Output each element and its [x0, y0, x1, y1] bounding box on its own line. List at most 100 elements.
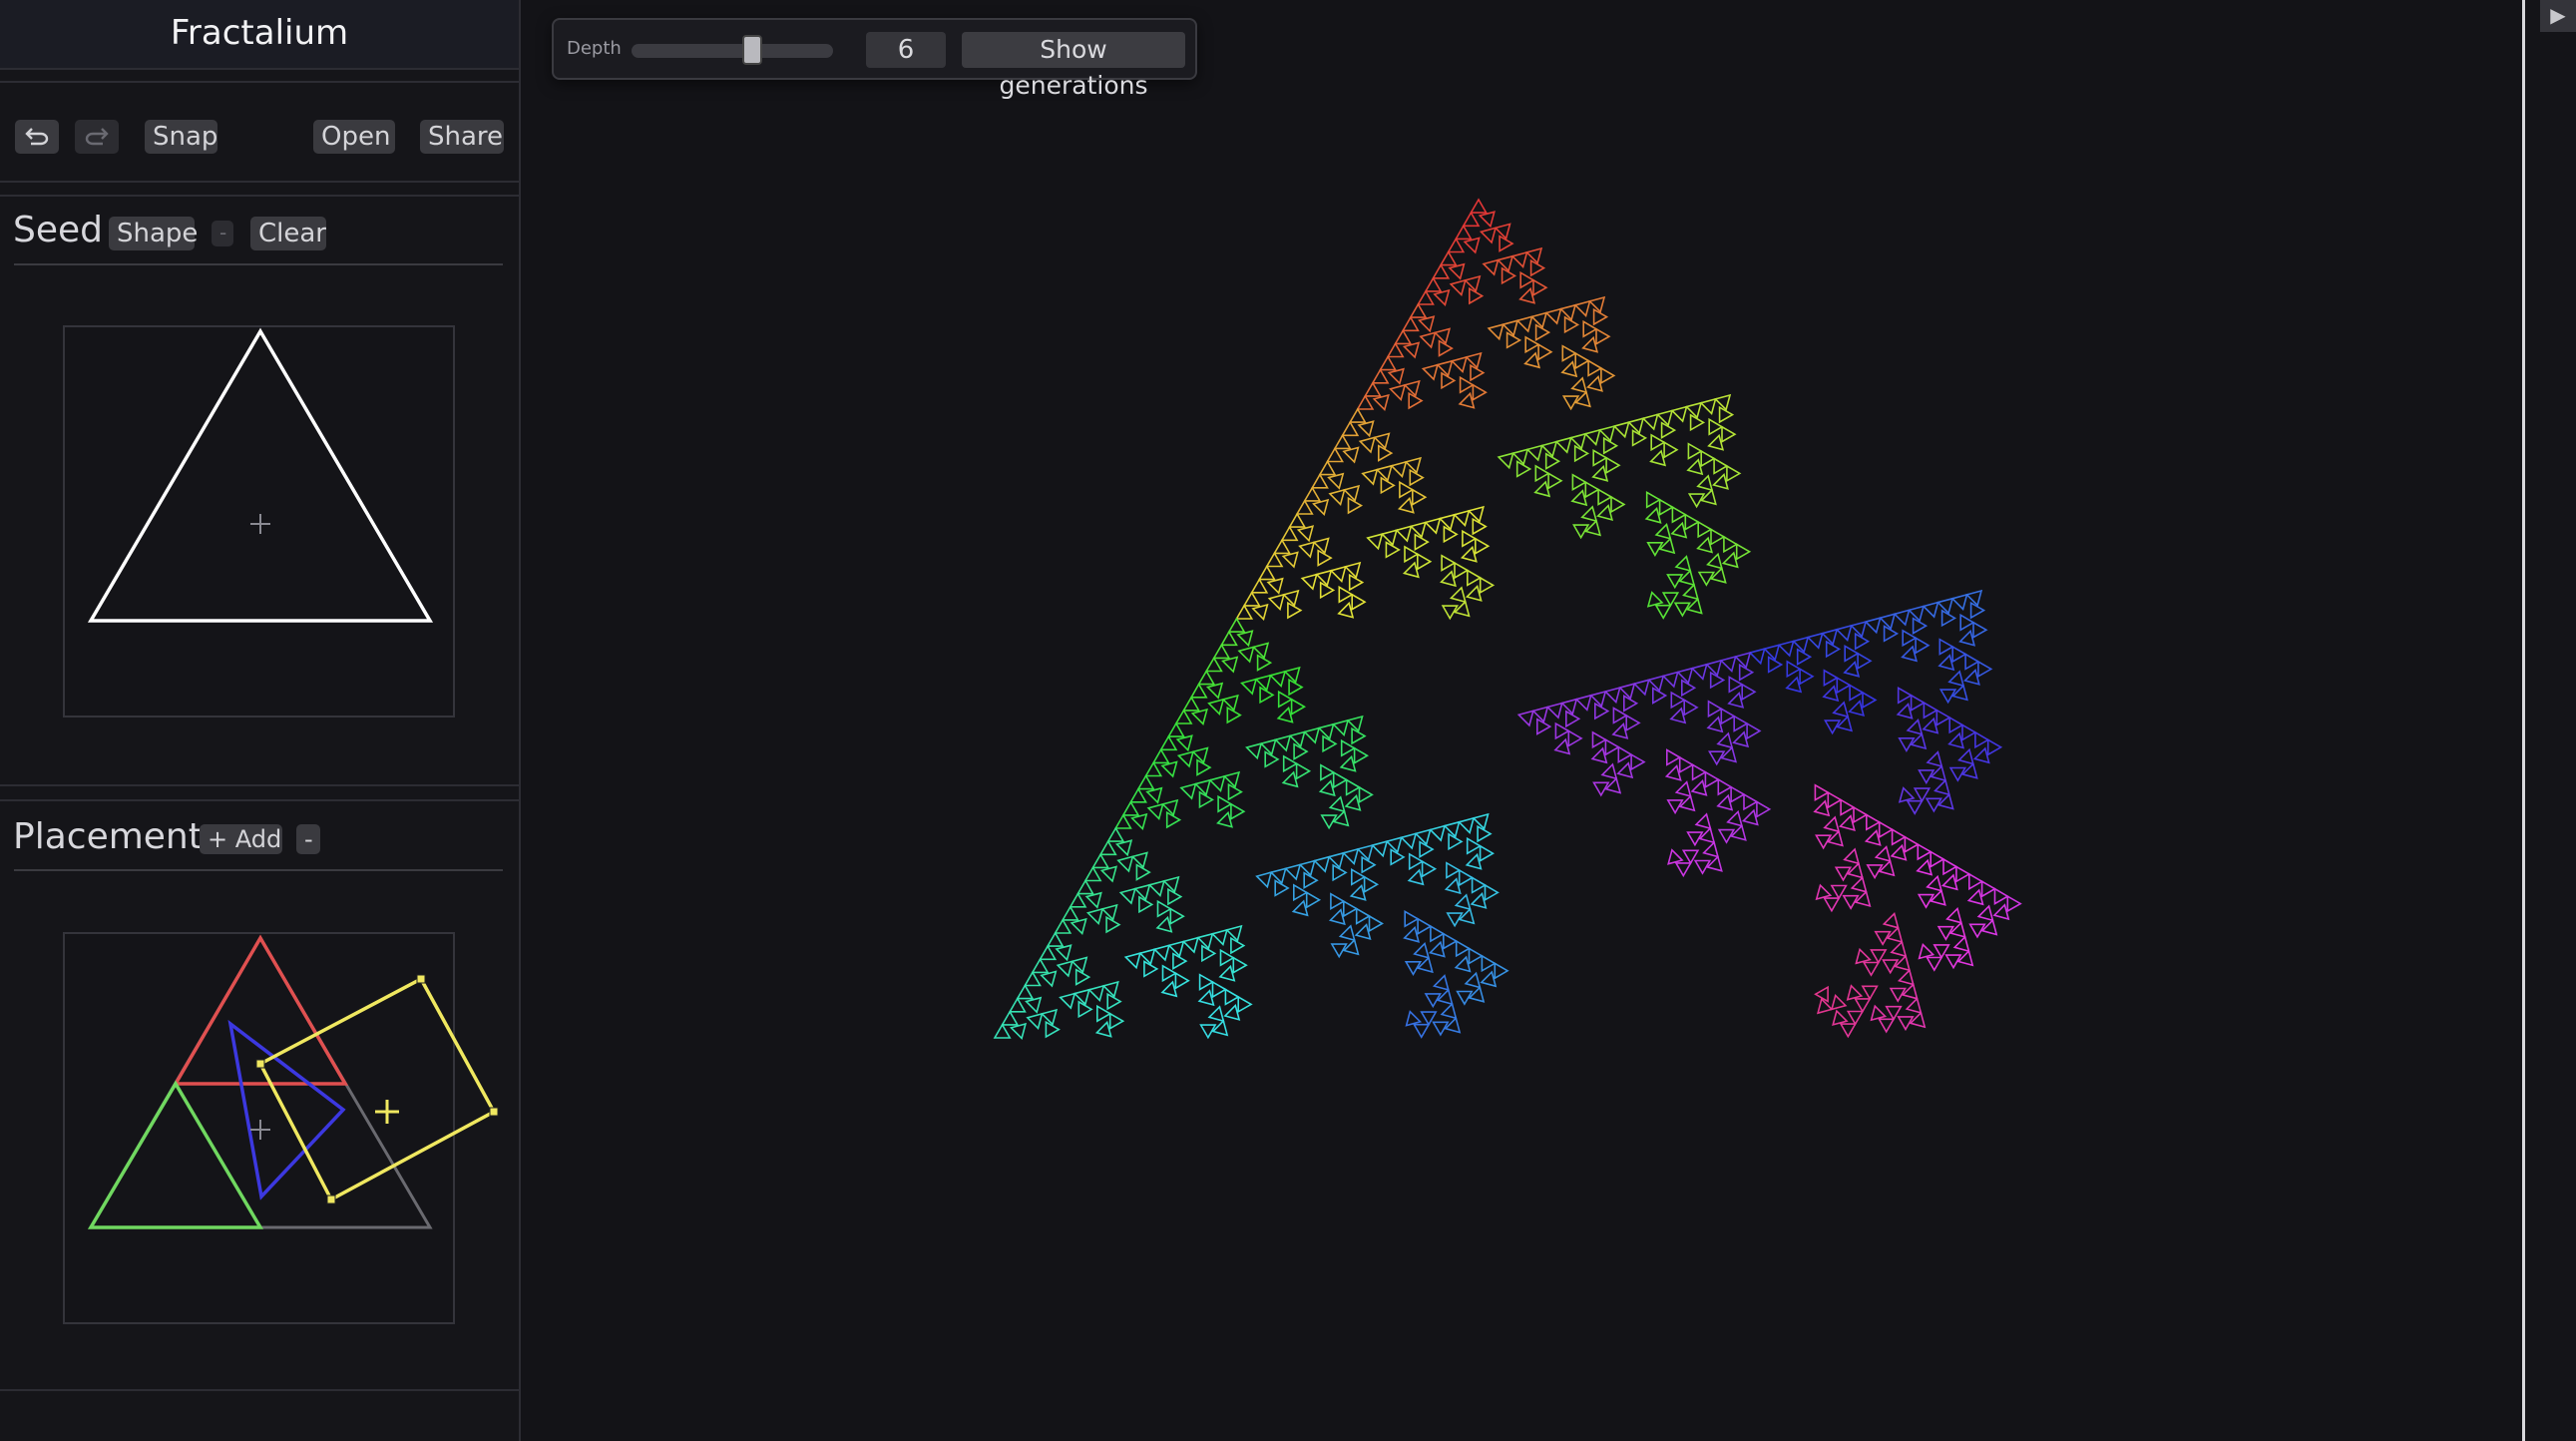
- fractal-triangle: [1661, 671, 1679, 689]
- fractal-triangle: [1091, 852, 1110, 869]
- undo-button[interactable]: [15, 120, 59, 154]
- fractal-triangle: [1721, 425, 1737, 443]
- fractal-triangle: [1560, 698, 1578, 716]
- fractal-triangle: [1676, 667, 1694, 685]
- fractal-triangle: [1658, 498, 1674, 517]
- fractal-triangle: [1584, 519, 1602, 537]
- fractal-triangle: [1854, 890, 1872, 908]
- fractal-triangle: [1212, 643, 1231, 660]
- fractal-triangle: [1130, 851, 1148, 869]
- placement-add-button[interactable]: + Add: [200, 824, 282, 854]
- seed-remove-button[interactable]: -: [212, 221, 233, 246]
- fractal-triangle: [1686, 458, 1704, 476]
- fractal-triangle: [1951, 645, 1967, 664]
- fractal-triangle: [1421, 859, 1438, 878]
- fractal-triangle: [1720, 745, 1738, 763]
- fractal-triangle: [1733, 715, 1749, 732]
- fractal-triangle: [1785, 676, 1803, 694]
- fractal-triangle: [1674, 862, 1692, 878]
- fractal-triangle: [1472, 383, 1488, 401]
- fractal-triangle: [1560, 360, 1578, 378]
- fractal-triangle: [1864, 829, 1882, 846]
- fractal-triangle: [1471, 876, 1488, 894]
- fractal-triangle: [1274, 734, 1292, 752]
- collapse-button[interactable]: ▶: [2540, 0, 2576, 32]
- placement-editor[interactable]: [63, 932, 499, 1324]
- fractal-triangle: [1864, 617, 1882, 635]
- fractal-triangle: [1494, 962, 1509, 980]
- fractal-triangle: [1726, 464, 1742, 483]
- fractal-triangle: [1574, 694, 1592, 712]
- fractal-triangle: [1561, 344, 1577, 362]
- fractal-triangle: [1625, 714, 1641, 732]
- fractal-triangle: [1305, 891, 1322, 909]
- fractal-triangle: [1836, 715, 1854, 732]
- fractal-triangle: [1853, 805, 1869, 824]
- fractal-triangle: [1993, 887, 2009, 905]
- fractal-triangle: [1518, 286, 1536, 304]
- divider: [0, 1389, 519, 1391]
- depth-slider[interactable]: [632, 44, 833, 58]
- fractal-triangle: [1589, 690, 1607, 709]
- fractal-triangle: [1288, 512, 1307, 528]
- fractal-triangle: [1444, 877, 1462, 895]
- fractal-triangle: [1482, 258, 1500, 276]
- fractal-triangle: [1460, 545, 1478, 563]
- fractal-triangle: [1947, 731, 1965, 749]
- depth-input[interactable]: 6: [866, 32, 946, 68]
- fractal-canvas[interactable]: [521, 0, 2524, 1441]
- seed-shape-button[interactable]: Shape: [109, 217, 198, 250]
- fractal-triangle: [1897, 687, 1914, 705]
- fractal-triangle: [1574, 390, 1591, 408]
- fractal-triangle: [1242, 591, 1261, 607]
- snap-button[interactable]: Snap: [145, 120, 217, 154]
- fractal-triangle: [1830, 993, 1848, 1011]
- fractal-triangle: [1465, 852, 1483, 870]
- share-button[interactable]: Share: [420, 120, 504, 154]
- divider: [0, 195, 519, 197]
- fractal-triangle: [1413, 1023, 1431, 1039]
- fractal-triangle: [1600, 762, 1618, 780]
- fractal-triangle: [1328, 795, 1346, 813]
- fractal-triangle: [1641, 413, 1659, 431]
- fractal-triangle: [1862, 961, 1881, 977]
- fractal-triangle: [1440, 570, 1457, 588]
- show-generations-button[interactable]: Show generations: [962, 32, 1185, 100]
- fractal-triangle: [1707, 700, 1723, 719]
- fractal-triangle: [1569, 432, 1587, 450]
- fractal-triangle: [1678, 755, 1695, 774]
- fractal-triangle: [1267, 593, 1285, 611]
- fractal-triangle: [1227, 617, 1246, 633]
- fractal-triangle: [1570, 489, 1588, 507]
- fractal-triangle: [1430, 924, 1446, 943]
- fractal-triangle: [1230, 802, 1246, 820]
- fractal-triangle: [1696, 474, 1714, 492]
- fractal-triangle: [1416, 956, 1434, 974]
- fractal-triangle: [1220, 630, 1238, 647]
- fractal-triangle: [1743, 792, 1759, 811]
- fractal-triangle: [1890, 940, 1908, 958]
- fractal-triangle: [1300, 573, 1318, 591]
- seed-editor[interactable]: [63, 325, 455, 718]
- fractal-triangle: [1424, 517, 1442, 535]
- placement-remove-button[interactable]: -: [296, 824, 320, 854]
- fractal-triangle: [1387, 367, 1405, 385]
- fractal-triangle: [1054, 918, 1073, 934]
- fractal-triangle: [1166, 721, 1185, 737]
- seed-title: Seed: [13, 210, 103, 250]
- fractal-triangle: [1356, 394, 1375, 410]
- seed-clear-button[interactable]: Clear: [250, 217, 326, 250]
- fractal-triangle: [1533, 480, 1551, 498]
- fractal-triangle: [1197, 669, 1216, 686]
- fractal-triangle: [1465, 585, 1483, 602]
- fractal-triangle: [1354, 923, 1372, 941]
- fractal-triangle: [1358, 785, 1374, 804]
- depth-slider-thumb[interactable]: [742, 35, 763, 65]
- fractal-triangle: [1583, 428, 1601, 446]
- redo-button[interactable]: [75, 120, 119, 154]
- fractal-triangle: [1389, 383, 1407, 401]
- play-icon: ▶: [2550, 3, 2566, 27]
- open-button[interactable]: Open: [313, 120, 395, 154]
- fractal-triangle: [1281, 551, 1299, 569]
- fractal-triangle: [1580, 505, 1598, 523]
